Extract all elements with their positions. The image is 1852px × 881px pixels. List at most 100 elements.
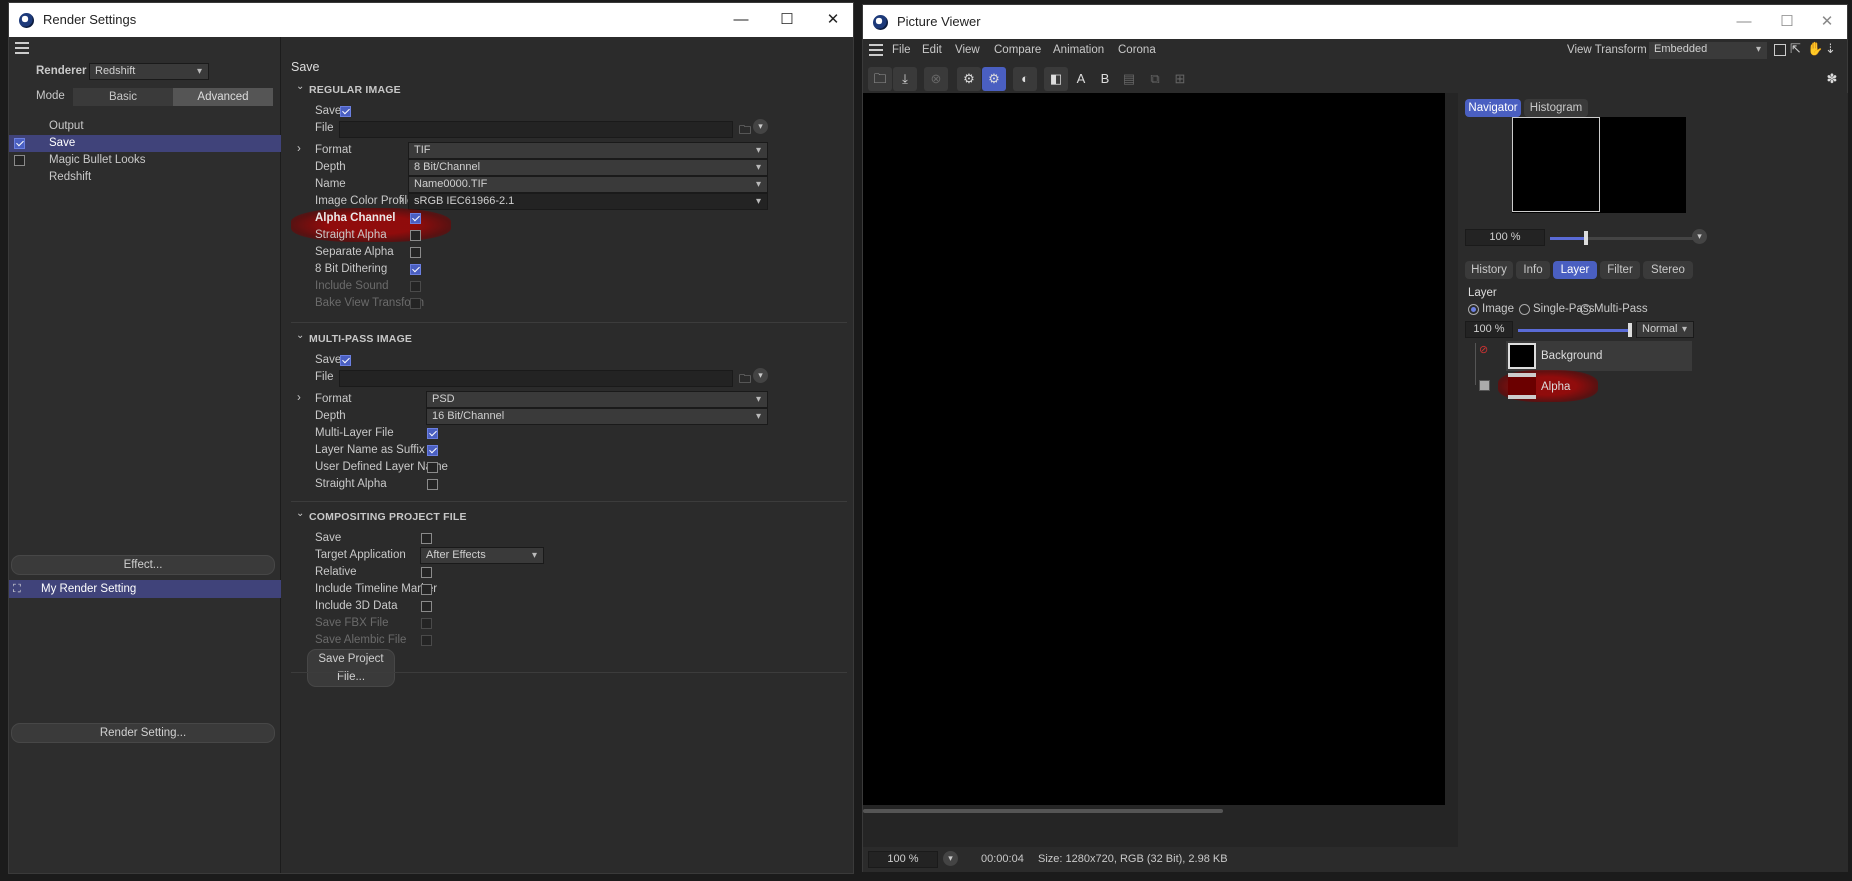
layer-mode-multipass-radio[interactable] xyxy=(1580,304,1591,315)
status-zoom-input[interactable]: 100 % xyxy=(868,851,938,868)
render-setting-item[interactable]: ⛶ My Render Setting xyxy=(9,580,281,598)
hand-icon[interactable]: ✋ xyxy=(1807,41,1823,57)
slider-handle[interactable] xyxy=(1628,323,1632,337)
timeline-marker-checkbox[interactable] xyxy=(421,584,432,595)
multipass-depth-dropdown[interactable]: 16 Bit/Channel xyxy=(426,408,768,425)
tab-layer[interactable]: Layer xyxy=(1553,261,1597,279)
maximize-icon[interactable]: ☐ xyxy=(1772,11,1802,33)
effect-button[interactable]: Effect... xyxy=(11,555,275,575)
collapse-regular-icon[interactable]: ⌄ xyxy=(296,81,304,92)
settings-icon[interactable]: ✽ xyxy=(1820,67,1844,91)
layer-visibility-toggle[interactable] xyxy=(1479,380,1490,391)
layer-opacity-slider[interactable] xyxy=(1518,329,1630,332)
save-image-icon[interactable]: ⤓ xyxy=(893,67,917,91)
popout-icon[interactable]: ⇱ xyxy=(1790,41,1801,57)
regular-depth-dropdown[interactable]: 8 Bit/Channel xyxy=(408,159,768,176)
close-icon[interactable]: ✕ xyxy=(1812,11,1842,33)
layer-mode-singlepass-radio[interactable] xyxy=(1519,304,1530,315)
zoom-options-icon[interactable]: ▾ xyxy=(1692,229,1707,244)
hamburger-menu-icon[interactable] xyxy=(869,44,883,56)
dithering-checkbox[interactable] xyxy=(410,264,421,275)
mode-advanced-tab[interactable]: Advanced xyxy=(173,88,273,106)
profile-expand-icon[interactable]: › xyxy=(400,194,404,206)
format-expand-icon[interactable]: › xyxy=(297,392,301,404)
relative-checkbox[interactable] xyxy=(421,567,432,578)
maximize-icon[interactable]: ☐ xyxy=(772,9,802,31)
compositing-save-checkbox[interactable] xyxy=(421,533,432,544)
renderer-dropdown[interactable]: Redshift xyxy=(89,63,209,80)
render-region-icon[interactable]: ⚙ xyxy=(957,67,981,91)
menu-view[interactable]: View xyxy=(955,44,980,56)
hamburger-menu-icon[interactable] xyxy=(15,42,29,54)
mode-basic-tab[interactable]: Basic xyxy=(73,88,173,106)
folder-icon[interactable]: 🗀 xyxy=(739,121,751,142)
layout-icon[interactable] xyxy=(1774,44,1786,56)
tree-item-save[interactable]: Save xyxy=(9,135,281,152)
multipass-file-input[interactable] xyxy=(339,370,733,387)
regular-file-input[interactable] xyxy=(339,121,733,138)
folder-icon[interactable]: 🗀 xyxy=(739,370,751,391)
save-project-file-button[interactable]: Save Project File... xyxy=(307,649,395,687)
menu-file[interactable]: File xyxy=(892,44,911,56)
navigator-viewport-frame[interactable] xyxy=(1512,117,1600,212)
multilayer-file-checkbox[interactable] xyxy=(427,428,438,439)
menu-corona[interactable]: Corona xyxy=(1118,44,1156,56)
slider-handle[interactable] xyxy=(1584,231,1588,245)
set-a-button[interactable]: A xyxy=(1069,67,1093,91)
multipass-straight-alpha-checkbox[interactable] xyxy=(427,479,438,490)
navigator-zoom-slider[interactable] xyxy=(1550,237,1586,240)
multipass-format-dropdown[interactable]: PSD xyxy=(426,391,768,408)
magic-bullet-enable-checkbox[interactable] xyxy=(14,155,25,166)
user-defined-layer-name-checkbox[interactable] xyxy=(427,462,438,473)
navigator-zoom-input[interactable]: 100 % xyxy=(1465,229,1545,246)
pin-icon[interactable]: ⇣ xyxy=(1825,41,1836,57)
tree-item-output[interactable]: Output xyxy=(9,118,281,135)
minimize-icon[interactable]: — xyxy=(726,9,756,31)
open-folder-icon[interactable]: 🗀 xyxy=(868,67,892,91)
file-options-icon[interactable]: ▾ xyxy=(753,368,768,383)
menu-edit[interactable]: Edit xyxy=(922,44,942,56)
menu-compare[interactable]: Compare xyxy=(994,44,1041,56)
stop-render-icon[interactable]: ⊗ xyxy=(924,67,948,91)
regular-color-profile-dropdown[interactable]: sRGB IEC61966-2.1 xyxy=(408,193,768,210)
tab-history[interactable]: History xyxy=(1465,261,1513,279)
tab-navigator[interactable]: Navigator xyxy=(1465,99,1521,117)
regular-format-dropdown[interactable]: TIF xyxy=(408,142,768,159)
menu-animation[interactable]: Animation xyxy=(1053,44,1104,56)
blend-mode-dropdown[interactable]: Normal xyxy=(1636,321,1694,338)
set-b-button[interactable]: B xyxy=(1093,67,1117,91)
auto-render-icon[interactable]: ⚙ xyxy=(982,67,1006,91)
separate-alpha-checkbox[interactable] xyxy=(410,247,421,258)
tab-info[interactable]: Info xyxy=(1516,261,1550,279)
layer-name-suffix-checkbox[interactable] xyxy=(427,445,438,456)
layer-mode-image-radio[interactable] xyxy=(1468,304,1479,315)
view-transform-dropdown[interactable]: Embedded xyxy=(1649,42,1767,59)
layer-opacity-input[interactable]: 100 % xyxy=(1465,321,1513,338)
straight-alpha-checkbox[interactable] xyxy=(410,230,421,241)
hidden-eye-icon[interactable]: ⊘ xyxy=(1479,343,1488,356)
tab-filter[interactable]: Filter xyxy=(1600,261,1640,279)
render-setting-button[interactable]: Render Setting... xyxy=(11,723,275,743)
include-3d-data-checkbox[interactable] xyxy=(421,601,432,612)
tab-histogram[interactable]: Histogram xyxy=(1524,99,1588,117)
collapse-compositing-icon[interactable]: ⌄ xyxy=(296,508,304,519)
multipass-save-checkbox[interactable] xyxy=(340,355,351,366)
tab-stereo[interactable]: Stereo xyxy=(1643,261,1693,279)
zoom-dropdown-icon[interactable]: ▾ xyxy=(943,851,958,866)
tree-item-magic-bullet-looks[interactable]: Magic Bullet Looks xyxy=(9,152,281,169)
ab-compare-icon[interactable]: ◧ xyxy=(1044,67,1068,91)
layer-row-background[interactable]: Background xyxy=(1506,341,1692,371)
format-expand-icon[interactable]: › xyxy=(297,143,301,155)
regular-name-dropdown[interactable]: Name0000.TIF xyxy=(408,176,768,193)
layer-row-alpha[interactable]: Alpha xyxy=(1506,373,1692,401)
save-enable-checkbox[interactable] xyxy=(14,138,25,149)
tree-item-redshift[interactable]: Redshift xyxy=(9,169,281,186)
horizontal-scrollbar[interactable] xyxy=(863,809,1223,813)
collapse-multipass-icon[interactable]: ⌄ xyxy=(296,330,304,341)
close-icon[interactable]: ✕ xyxy=(818,9,848,31)
render-canvas[interactable] xyxy=(863,93,1445,805)
target-application-dropdown[interactable]: After Effects xyxy=(420,547,544,564)
contrast-icon[interactable]: ◐ xyxy=(1013,67,1037,91)
file-options-icon[interactable]: ▾ xyxy=(753,119,768,134)
minimize-icon[interactable]: — xyxy=(1729,11,1759,33)
